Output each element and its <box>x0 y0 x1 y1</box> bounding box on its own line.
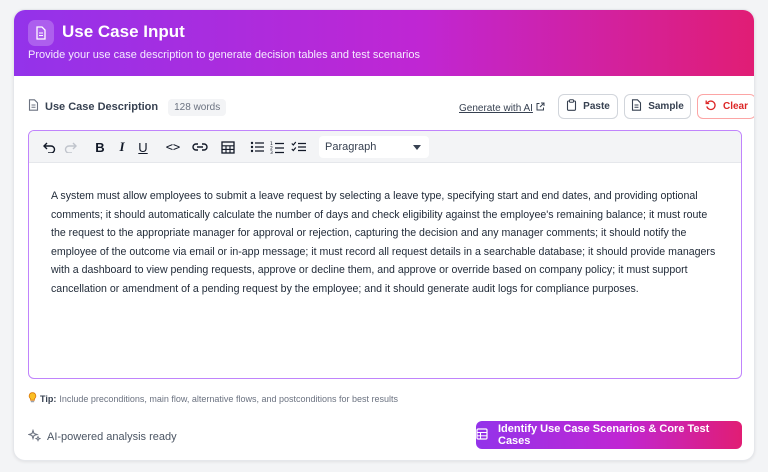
code-button[interactable]: <> <box>163 139 183 155</box>
file-text-icon <box>631 99 642 114</box>
word-count-badge: 128 words <box>168 98 227 116</box>
italic-button[interactable]: I <box>115 139 129 155</box>
card-header: Use Case Input Provide your use case des… <box>14 10 754 76</box>
rich-text-editor: B I U <> 123 Paragraph A system must all… <box>28 130 742 379</box>
paste-button-label: Paste <box>583 101 610 112</box>
tip-label: Tip: <box>40 393 57 404</box>
link-icon[interactable] <box>191 139 209 155</box>
use-case-input-card: Use Case Input Provide your use case des… <box>13 9 755 461</box>
table-icon[interactable] <box>220 139 236 155</box>
identify-scenarios-label: Identify Use Case Scenarios & Core Test … <box>498 423 710 447</box>
rotate-ccw-icon <box>705 99 717 114</box>
checklist-icon[interactable] <box>290 139 307 155</box>
editor-toolbar: B I U <> 123 Paragraph <box>29 131 741 163</box>
section-label: Use Case Description <box>45 101 159 113</box>
document-icon <box>28 20 54 46</box>
file-text-icon <box>28 98 39 116</box>
page-title: Use Case Input <box>62 22 185 41</box>
tip-body: Include preconditions, main flow, altern… <box>59 393 399 404</box>
paste-button[interactable]: Paste <box>558 94 618 119</box>
page-subtitle: Provide your use case description to gen… <box>28 49 420 61</box>
sample-button[interactable]: Sample <box>624 94 691 119</box>
tip-text: Tip: Include preconditions, main flow, a… <box>28 392 398 405</box>
generate-with-ai-link[interactable]: Generate with AI <box>459 102 545 114</box>
table-icon <box>476 427 488 443</box>
sample-button-label: Sample <box>648 101 684 112</box>
paragraph-style-select[interactable]: Paragraph <box>319 136 429 158</box>
external-link-icon <box>536 102 545 114</box>
lightbulb-icon <box>28 392 37 405</box>
bold-button[interactable]: B <box>93 139 107 155</box>
ai-ready-label: AI-powered analysis ready <box>47 431 177 443</box>
generate-with-ai-label: Generate with AI <box>459 102 533 114</box>
identify-scenarios-button[interactable]: Identify Use Case Scenarios & Core Test … <box>476 421 742 449</box>
clear-button[interactable]: Clear <box>697 94 754 119</box>
paragraph-style-value: Paragraph <box>325 141 377 153</box>
svg-text:3: 3 <box>270 150 273 154</box>
editor-content[interactable]: A system must allow employees to submit … <box>51 187 723 298</box>
clipboard-icon <box>566 99 577 114</box>
bullet-list-icon[interactable] <box>249 139 265 155</box>
description-toolbar-row: Use Case Description 128 words Generate … <box>28 94 754 120</box>
section-label-group: Use Case Description 128 words <box>28 98 227 116</box>
sparkles-icon <box>27 428 42 445</box>
chevron-down-icon <box>413 145 421 150</box>
underline-button[interactable]: U <box>136 139 150 155</box>
numbered-list-icon[interactable]: 123 <box>269 139 285 155</box>
redo-icon[interactable] <box>62 139 78 155</box>
ai-ready-status: AI-powered analysis ready <box>27 428 177 445</box>
undo-icon[interactable] <box>41 139 57 155</box>
clear-button-label: Clear <box>722 101 748 112</box>
